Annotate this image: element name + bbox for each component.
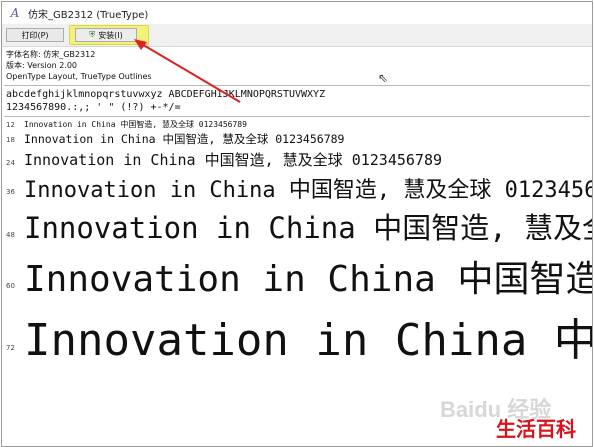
arrow-head — [134, 39, 147, 50]
arrow-line — [139, 42, 241, 103]
brand-badge: 生活百科 — [496, 417, 576, 441]
red-arrow-annotation — [134, 39, 241, 103]
